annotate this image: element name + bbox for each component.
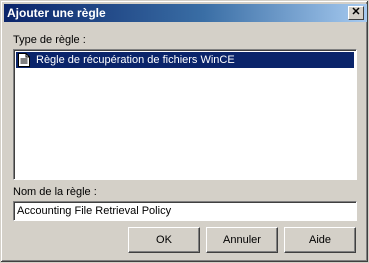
title-bar[interactable]: Ajouter une règle ✕	[4, 4, 367, 22]
rule-name-input[interactable]	[13, 201, 357, 221]
ok-button[interactable]: OK	[128, 227, 200, 253]
list-item-label: Règle de récupération de fichiers WinCE	[36, 54, 235, 66]
list-item[interactable]: Règle de récupération de fichiers WinCE	[16, 52, 354, 68]
add-rule-dialog: Ajouter une règle ✕ Type de règle : Règl…	[0, 0, 369, 263]
document-icon	[18, 53, 30, 67]
close-button[interactable]: ✕	[348, 6, 364, 20]
rule-type-listbox[interactable]: Règle de récupération de fichiers WinCE	[13, 49, 357, 180]
window-title: Ajouter une règle	[7, 6, 106, 20]
cancel-button[interactable]: Annuler	[206, 227, 278, 253]
help-button[interactable]: Aide	[284, 227, 356, 253]
rule-name-label: Nom de la règle :	[13, 186, 97, 198]
rule-type-label: Type de règle :	[13, 34, 86, 46]
